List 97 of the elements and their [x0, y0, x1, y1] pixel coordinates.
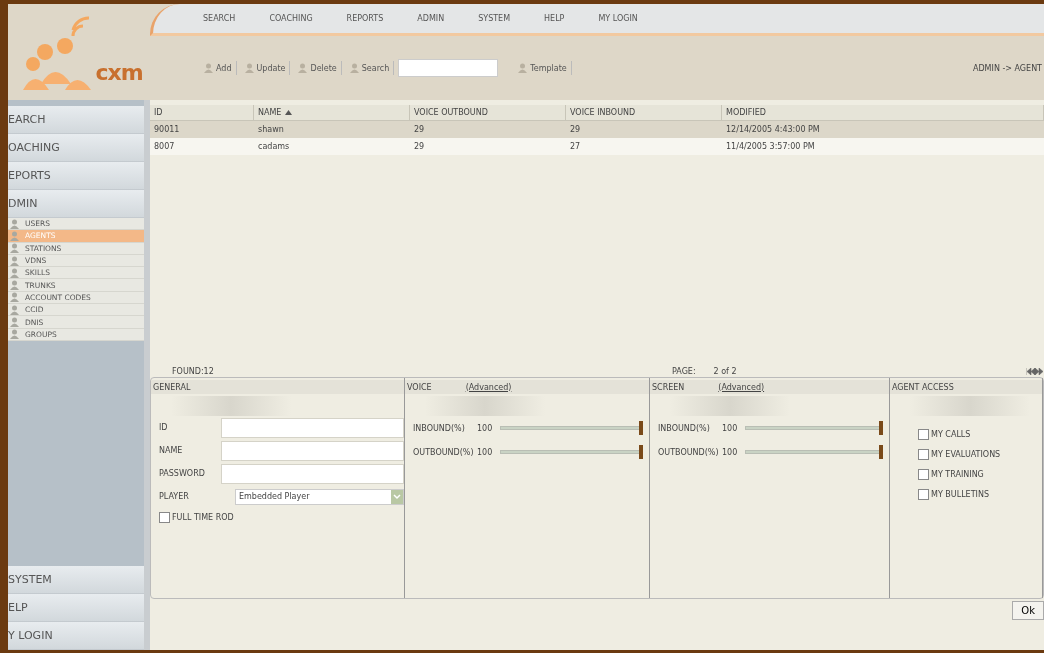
ok-button[interactable]: Ok	[1012, 601, 1044, 620]
slider-reading: 100	[722, 423, 738, 433]
table-cell: 29	[410, 121, 566, 138]
checkbox[interactable]	[918, 468, 929, 480]
sidebar-section[interactable]: Y LOGIN	[8, 622, 144, 650]
nav-link[interactable]: SEARCH	[203, 14, 236, 23]
column-header[interactable]: ID	[150, 105, 254, 121]
person-icon	[10, 243, 19, 254]
field-label: ID	[159, 423, 169, 432]
slider-thumb[interactable]	[879, 421, 883, 435]
person-icon	[244, 63, 254, 73]
table-cell: 29	[566, 121, 722, 138]
toolbar-button[interactable]: Template	[514, 61, 572, 75]
sidebar-section[interactable]: EPORTS	[8, 162, 144, 190]
person-icon	[10, 292, 19, 303]
checkbox-label: MY BULLETINS	[931, 489, 989, 499]
table-cell: cadams	[254, 138, 410, 155]
slider-reading: 100	[477, 423, 493, 433]
player-dropdown[interactable]: Embedded Player	[235, 488, 404, 505]
sort-up-icon	[285, 110, 293, 115]
toolbar-button[interactable]: Search	[345, 61, 395, 75]
table-cell: 90011	[150, 121, 254, 138]
text-field[interactable]	[221, 440, 404, 461]
checkbox-label: MY TRAINING	[931, 469, 984, 479]
advanced-link[interactable]: (Advanced)	[465, 382, 512, 392]
table-cell: 29	[410, 138, 566, 155]
person-icon	[10, 218, 19, 229]
person-icon	[298, 63, 308, 73]
checkbox-label: MY CALLS	[931, 429, 971, 439]
nav-link[interactable]: REPORTS	[346, 14, 384, 23]
nav-link[interactable]: SYSTEM	[478, 14, 511, 23]
column-header[interactable]: VOICE OUTBOUND	[410, 105, 566, 121]
sidebar-section[interactable]: ELP	[8, 594, 144, 622]
table-cell: 12/14/2005 4:43:00 PM	[722, 121, 1044, 138]
slider-thumb[interactable]	[879, 445, 883, 459]
slider-reading: 100	[722, 447, 738, 457]
logo-text: cxm	[95, 59, 143, 85]
table-cell: shawn	[254, 121, 410, 138]
person-icon	[10, 329, 19, 340]
person-icon	[10, 317, 19, 327]
sidebar-section[interactable]: EARCH	[8, 106, 144, 134]
table-cell: 27	[566, 138, 722, 155]
slider-track[interactable]	[500, 421, 643, 435]
advanced-link[interactable]: (Advanced)	[718, 382, 765, 392]
toolbar-button[interactable]: Add	[200, 61, 237, 75]
checkbox-label: MY EVALUATIONS	[931, 449, 1001, 459]
search-field[interactable]	[398, 59, 499, 77]
pager-arrows-icon	[1026, 367, 1044, 375]
slider-thumb[interactable]	[639, 421, 643, 435]
checkbox[interactable]	[159, 511, 170, 523]
column-header[interactable]: NAME	[254, 105, 410, 121]
panel-title: GENERAL	[153, 382, 191, 392]
field-label: PLAYER	[159, 492, 190, 501]
table-cell: 8007	[150, 138, 254, 155]
field-label: PASSWORD	[159, 469, 206, 478]
sidebar-section[interactable]: SYSTEM	[8, 566, 144, 594]
toolbar-button[interactable]: Update	[240, 61, 291, 75]
person-icon	[10, 230, 19, 241]
panel-title: VOICE	[407, 382, 432, 392]
slider-label: INBOUND(%)	[413, 423, 466, 433]
nav-link[interactable]: COACHING	[269, 14, 313, 23]
person-icon	[518, 63, 528, 73]
table-cell: 11/4/2005 3:57:00 PM	[722, 138, 1044, 155]
checkbox[interactable]	[918, 448, 929, 460]
sidebar-section[interactable]: DMIN	[8, 190, 144, 218]
person-icon	[10, 255, 19, 266]
slider-reading: 100	[477, 447, 493, 457]
person-icon	[10, 280, 19, 291]
person-icon	[10, 267, 19, 278]
slider-label: INBOUND(%)	[658, 423, 711, 433]
toolbar-button[interactable]: Delete	[294, 61, 342, 75]
sidebar-section[interactable]: OACHING	[8, 134, 144, 162]
page-label: PAGE:	[672, 366, 696, 376]
panel-title: AGENT ACCESS	[892, 382, 954, 392]
panel-title: SCREEN	[652, 382, 685, 392]
page-number: 2 of 2	[713, 366, 737, 376]
person-icon	[10, 304, 19, 315]
person-icon	[349, 63, 359, 73]
nav-link[interactable]: ADMIN	[417, 14, 445, 23]
column-header[interactable]: VOICE INBOUND	[566, 105, 722, 121]
slider-track[interactable]	[745, 421, 883, 435]
nav-link[interactable]: HELP	[544, 14, 565, 23]
dropdown-value: Embedded Player	[239, 492, 310, 501]
field-label: NAME	[159, 446, 184, 455]
text-field[interactable]	[221, 417, 404, 438]
column-header[interactable]: MODIFIED	[722, 105, 1044, 121]
found-count: FOUND:12	[172, 366, 215, 376]
nav-link[interactable]: MY LOGIN	[598, 14, 638, 23]
slider-track[interactable]	[745, 445, 883, 459]
slider-track[interactable]	[500, 445, 643, 459]
checkbox[interactable]	[918, 488, 929, 500]
slider-thumb[interactable]	[639, 445, 643, 459]
checkbox-label: FULL TIME ROD	[172, 512, 234, 522]
checkbox[interactable]	[918, 428, 929, 440]
person-icon	[204, 63, 213, 73]
text-field[interactable]	[221, 463, 404, 484]
breadcrumb: ADMIN -> AGENT	[973, 63, 1042, 73]
